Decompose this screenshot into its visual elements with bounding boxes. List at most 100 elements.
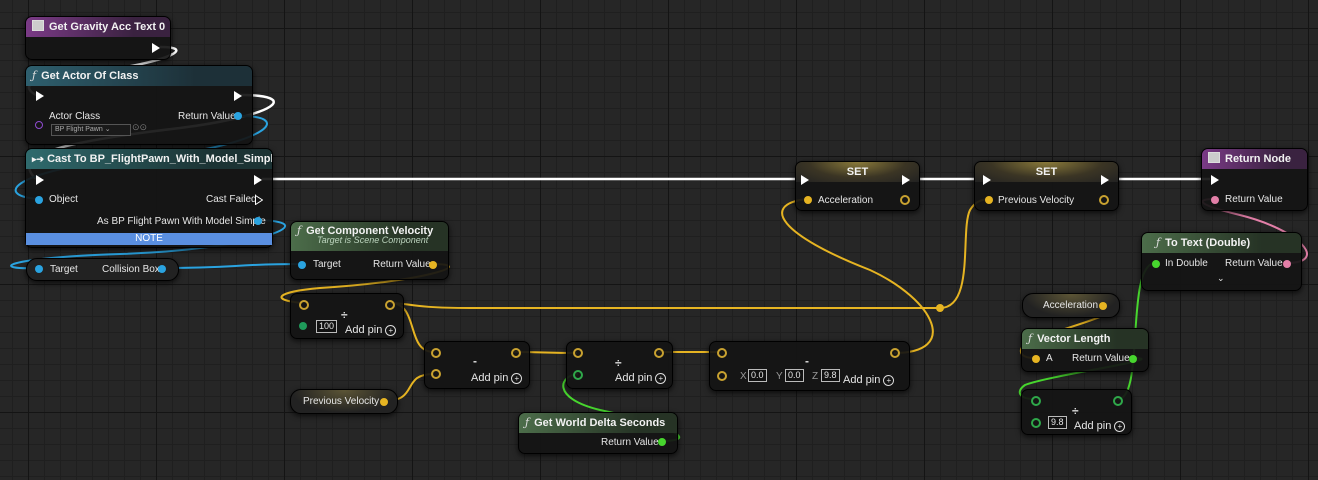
as-flight-pawn-pin[interactable] — [254, 217, 262, 225]
get-actor-of-class-node[interactable]: ƒ Get Actor Of Class Actor Class BP Fligh… — [25, 65, 253, 145]
plus-icon: + — [1114, 421, 1126, 432]
add-pin-label: Add pin — [345, 324, 383, 336]
subtract-gravity-node[interactable]: - X 0.0 Y 0.0 Z 9.8 Add pin + — [709, 341, 910, 391]
cast-failed-exec-pin[interactable] — [255, 194, 264, 206]
node-title: Vector Length — [1037, 333, 1111, 345]
set-acceleration-node[interactable]: SET Acceleration — [795, 161, 920, 211]
return-value-label: Return Value — [1072, 353, 1130, 364]
vector-input-pin[interactable] — [573, 348, 583, 358]
x-field[interactable]: 0.0 — [748, 369, 767, 382]
subtract-node[interactable]: - Add pin + — [424, 341, 530, 389]
get-component-velocity-node[interactable]: ƒ Get Component Velocity Target is Scene C… — [290, 221, 449, 280]
vector-output-pin[interactable] — [511, 348, 521, 358]
collision-box-getter-node[interactable]: Target Collision Box — [26, 258, 179, 281]
as-flight-pawn-label: As BP Flight Pawn With Model Simple — [97, 216, 266, 227]
acceleration-input-pin[interactable] — [804, 196, 812, 204]
exec-output-pin[interactable] — [254, 175, 262, 185]
target-pin[interactable] — [298, 261, 306, 269]
divide-operator: ÷ — [341, 308, 348, 322]
divisor-field[interactable]: 9.8 — [1048, 416, 1067, 429]
node-title: Cast To BP_FlightPawn_With_Model_Simple — [47, 153, 272, 165]
wire-knot[interactable] — [936, 304, 944, 312]
vector-input-pin-a[interactable] — [431, 348, 441, 358]
acceleration-label: Acceleration — [1043, 300, 1099, 311]
divide-operator: ÷ — [1072, 404, 1079, 418]
divisor-input-pin[interactable] — [1031, 418, 1041, 428]
set-previous-velocity-node[interactable]: SET Previous Velocity — [974, 161, 1119, 211]
cast-to-flightpawn-node[interactable]: ▸➔ Cast To BP_FlightPawn_With_Model_Simpl… — [25, 148, 273, 248]
float-input-pin[interactable] — [299, 322, 307, 330]
exec-output-pin[interactable] — [902, 175, 910, 185]
exec-input-pin[interactable] — [36, 91, 44, 101]
acceleration-pin[interactable] — [1099, 302, 1107, 310]
return-value-pin[interactable] — [234, 112, 242, 120]
vector-input-pin-a[interactable] — [717, 348, 727, 358]
add-pin-button[interactable]: Add pin + — [1074, 420, 1126, 432]
node-header: SET — [796, 162, 919, 182]
note-bar[interactable]: NOTE — [26, 233, 272, 245]
add-pin-button[interactable]: Add pin + — [843, 374, 895, 386]
add-pin-button[interactable]: Add pin + — [345, 324, 397, 336]
previous-velocity-output-pin[interactable] — [1099, 195, 1109, 205]
acceleration-getter-node[interactable]: Acceleration — [1022, 293, 1120, 318]
vector-output-pin[interactable] — [890, 348, 900, 358]
divide-by-gravity-node[interactable]: ÷ 9.8 Add pin + — [1021, 389, 1132, 435]
divide-by-delta-node[interactable]: ÷ Add pin + — [566, 341, 673, 389]
divide-node[interactable]: ÷ 100 Add pin + — [290, 293, 404, 339]
a-input-pin[interactable] — [1032, 355, 1040, 363]
get-gravity-acc-text-node[interactable]: Get Gravity Acc Text 0 — [25, 16, 171, 60]
previous-velocity-pin[interactable] — [380, 398, 388, 406]
variable-icon — [32, 20, 44, 31]
y-field[interactable]: 0.0 — [785, 369, 804, 382]
node-subtitle: Target is Scene Component — [317, 235, 429, 245]
vector-input-pin[interactable] — [299, 300, 309, 310]
return-value-pin[interactable] — [658, 438, 666, 446]
previous-velocity-getter-node[interactable]: Previous Velocity — [290, 389, 398, 414]
acceleration-label: Acceleration — [818, 195, 874, 206]
get-world-delta-seconds-node[interactable]: ƒ Get World Delta Seconds Return Value — [518, 412, 678, 454]
browse-icons[interactable]: ⊙⊙ — [132, 122, 147, 133]
float-input-pin[interactable] — [1031, 396, 1041, 406]
acceleration-output-pin[interactable] — [900, 195, 910, 205]
exec-input-pin[interactable] — [983, 175, 991, 185]
object-pin[interactable] — [35, 196, 43, 204]
exec-outline-icon — [255, 194, 264, 206]
chevron-down-icon[interactable]: ⌄ — [1217, 273, 1225, 284]
return-node[interactable]: Return Node Return Value — [1201, 148, 1308, 211]
to-text-double-node[interactable]: ƒ To Text (Double) In Double Return Value… — [1141, 232, 1302, 291]
add-pin-button[interactable]: Add pin + — [615, 372, 667, 384]
return-value-pin[interactable] — [1129, 355, 1137, 363]
previous-velocity-input-pin[interactable] — [985, 196, 993, 204]
return-value-pin[interactable] — [429, 261, 437, 269]
vector-input-pin-b[interactable] — [717, 371, 727, 381]
subtract-operator: - — [473, 354, 477, 368]
divisor-field[interactable]: 100 — [316, 320, 338, 333]
exec-input-pin[interactable] — [36, 175, 44, 185]
node-title: Return Node — [1225, 153, 1291, 165]
object-wire — [161, 263, 303, 269]
node-header: ƒ Vector Length — [1022, 329, 1148, 349]
exec-output-pin[interactable] — [152, 43, 160, 53]
exec-output-pin[interactable] — [1101, 175, 1109, 185]
vector-input-pin-b[interactable] — [431, 369, 441, 379]
float-input-pin[interactable] — [573, 370, 583, 380]
vector-output-pin[interactable] — [385, 300, 395, 310]
add-pin-button[interactable]: Add pin + — [471, 372, 523, 384]
return-value-pin[interactable] — [1211, 196, 1219, 204]
exec-input-pin[interactable] — [1211, 175, 1219, 185]
target-pin[interactable] — [35, 265, 43, 273]
float-output-pin[interactable] — [1113, 396, 1123, 406]
vector-output-pin[interactable] — [654, 348, 664, 358]
exec-input-pin[interactable] — [801, 175, 809, 185]
return-value-label: Return Value — [373, 259, 431, 270]
actor-class-dropdown[interactable]: BP Flight Pawn ⌄ — [51, 124, 131, 136]
function-icon: ƒ — [1156, 236, 1161, 249]
return-value-pin[interactable] — [1283, 260, 1291, 268]
actor-class-pin[interactable] — [35, 121, 43, 129]
collision-box-pin[interactable] — [158, 265, 166, 273]
vector-length-node[interactable]: ƒ Vector Length A Return Value — [1021, 328, 1149, 372]
exec-output-pin[interactable] — [234, 91, 242, 101]
in-double-pin[interactable] — [1152, 260, 1160, 268]
z-field[interactable]: 9.8 — [821, 369, 840, 382]
plus-icon: + — [655, 373, 667, 384]
